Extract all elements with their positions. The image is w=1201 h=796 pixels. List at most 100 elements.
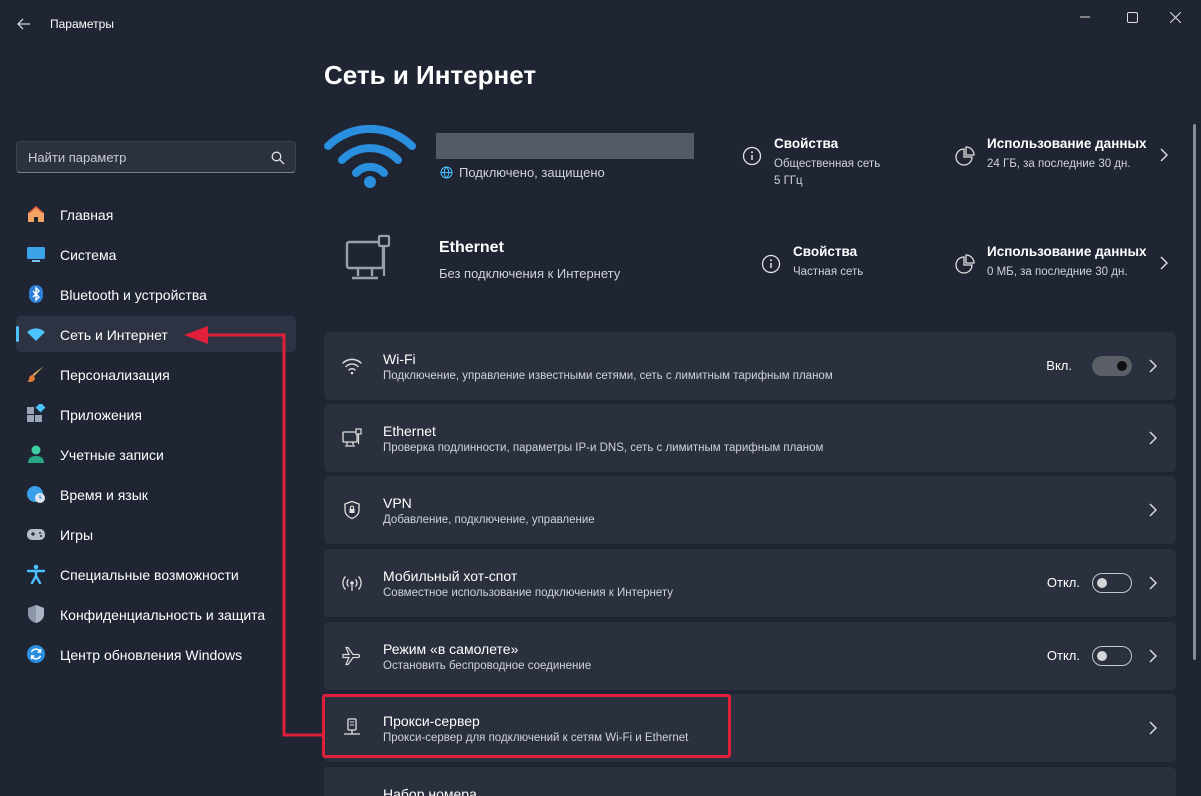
chevron-right-icon [1149, 503, 1157, 517]
ethernet-icon [342, 428, 362, 448]
card-airplane-mode[interactable]: Режим «в самолете» Остановить беспроводн… [324, 622, 1176, 690]
toggle-state-label: Откл. [1046, 575, 1080, 590]
sidebar-item-label: Центр обновления Windows [60, 647, 243, 663]
vpn-shield-icon [342, 500, 362, 520]
card-subtitle: Совместное использование подключения к И… [383, 587, 674, 599]
app-title: Параметры [50, 17, 114, 31]
gamepad-icon [26, 524, 46, 544]
back-arrow-icon [17, 18, 30, 30]
sidebar-item-accessibility[interactable]: Специальные возможности [16, 556, 296, 592]
sidebar-item-accounts[interactable]: Учетные записи [16, 436, 296, 472]
search-icon[interactable] [271, 151, 285, 165]
page-title: Сеть и Интернет [324, 60, 537, 90]
pie-chart-icon [955, 254, 975, 274]
wifi-data-usage-title: Использование данных [987, 136, 1147, 151]
maximize-icon [1126, 11, 1138, 23]
minimize-button[interactable] [1066, 4, 1104, 30]
card-subtitle: Проверка подлинности, параметры IP-и DNS… [383, 442, 824, 454]
card-title: Мобильный хот-спот [383, 568, 518, 584]
sidebar-item-time-language[interactable]: Время и язык [16, 476, 296, 512]
toggle-knob [1097, 651, 1107, 661]
sidebar-item-home[interactable]: Главная [16, 196, 296, 232]
toggle-knob [1097, 578, 1107, 588]
toggle-state-label: Откл. [1046, 648, 1080, 663]
wifi-network-type: Общественная сеть [774, 158, 881, 170]
search-box[interactable] [16, 141, 296, 173]
back-button[interactable] [10, 11, 38, 37]
card-subtitle: Добавление, подключение, управление [383, 514, 595, 526]
sidebar-item-label: Игры [60, 527, 94, 543]
scrollbar[interactable] [1193, 124, 1196, 660]
search-input[interactable] [17, 142, 295, 172]
chevron-right-icon [1149, 431, 1157, 445]
card-title: Режим «в самолете» [383, 641, 519, 657]
ethernet-properties-title: Свойства [793, 244, 858, 259]
globe-icon [440, 166, 453, 179]
ethernet-hero: Ethernet Без подключения к Интернету Сво… [324, 228, 1176, 298]
sidebar-item-label: Конфиденциальность и защита [60, 607, 266, 623]
chevron-right-icon [1149, 359, 1157, 373]
card-dial-up[interactable]: Набор номера [324, 767, 1176, 796]
sidebar-item-network[interactable]: Сеть и Интернет [16, 316, 296, 352]
card-ethernet[interactable]: Ethernet Проверка подлинности, параметры… [324, 404, 1176, 472]
wifi-properties-link[interactable]: Свойства Общественная сеть 5 ГГц [742, 136, 922, 196]
sidebar-item-privacy[interactable]: Конфиденциальность и защита [16, 596, 296, 632]
sidebar-item-label: Сеть и Интернет [60, 327, 168, 343]
wifi-data-usage-link[interactable]: Использование данных 24 ГБ, за последние… [955, 136, 1176, 180]
card-subtitle: Остановить беспроводное соединение [383, 660, 592, 672]
wifi-icon [26, 324, 46, 344]
pie-chart-icon [955, 146, 975, 166]
sidebar-item-bluetooth[interactable]: Bluetooth и устройства [16, 276, 296, 312]
wifi-icon [342, 356, 362, 376]
sidebar-item-label: Время и язык [60, 487, 148, 503]
ethernet-large-icon [345, 234, 391, 280]
sidebar-item-label: Bluetooth и устройства [60, 287, 207, 303]
card-vpn[interactable]: VPN Добавление, подключение, управление [324, 476, 1176, 544]
info-icon [761, 254, 781, 274]
wifi-large-icon [324, 124, 416, 188]
home-icon [26, 204, 46, 224]
ethernet-data-usage-link[interactable]: Использование данных 0 МБ, за последние … [955, 244, 1176, 288]
wifi-status: Подключено, защищено [459, 165, 605, 180]
wifi-toggle[interactable] [1092, 356, 1132, 376]
brush-icon [26, 364, 46, 384]
toggle-knob [1117, 361, 1127, 371]
card-wifi[interactable]: Wi-Fi Подключение, управление известными… [324, 332, 1176, 400]
sidebar-item-personalization[interactable]: Персонализация [16, 356, 296, 392]
card-subtitle: Подключение, управление известными сетям… [383, 370, 833, 382]
maximize-button[interactable] [1113, 4, 1151, 30]
sidebar-item-system[interactable]: Система [16, 236, 296, 272]
redacted-network-name [436, 133, 694, 159]
sidebar-item-label: Специальные возможности [60, 567, 239, 583]
bluetooth-icon [26, 284, 46, 304]
chevron-right-icon [1149, 721, 1157, 735]
wifi-data-usage-value: 24 ГБ, за последние 30 дн. [987, 158, 1131, 170]
shield-icon [26, 604, 46, 624]
sidebar-item-gaming[interactable]: Игры [16, 516, 296, 552]
apps-icon [26, 404, 46, 424]
close-icon [1169, 11, 1181, 23]
ethernet-data-usage-title: Использование данных [987, 244, 1147, 259]
sidebar-item-label: Приложения [60, 407, 142, 423]
card-title: Набор номера [383, 786, 477, 796]
card-mobile-hotspot[interactable]: Мобильный хот-спот Совместное использова… [324, 549, 1176, 617]
wifi-hero: Подключено, защищено Свойства Общественн… [324, 120, 1176, 196]
airplane-mode-toggle[interactable] [1092, 646, 1132, 666]
sidebar-nav: Главная Система Bluetooth и устройства С… [16, 196, 296, 676]
sidebar-item-label: Учетные записи [60, 447, 164, 463]
hotspot-icon [342, 573, 362, 593]
ethernet-data-usage-value: 0 МБ, за последние 30 дн. [987, 266, 1128, 278]
card-title: Ethernet [383, 423, 436, 439]
ethernet-network-type: Частная сеть [793, 266, 864, 278]
sidebar-item-windows-update[interactable]: Центр обновления Windows [16, 636, 296, 672]
annotation-highlight-box [322, 694, 731, 758]
close-button[interactable] [1156, 4, 1194, 30]
ethernet-name: Ethernet [439, 239, 504, 256]
wifi-band: 5 ГГц [774, 175, 803, 187]
sidebar-item-apps[interactable]: Приложения [16, 396, 296, 432]
info-icon [742, 146, 762, 166]
sidebar-item-label: Система [60, 247, 117, 263]
hotspot-toggle[interactable] [1092, 573, 1132, 593]
accessibility-icon [26, 564, 46, 584]
ethernet-properties-link[interactable]: Свойства Частная сеть [761, 244, 921, 288]
